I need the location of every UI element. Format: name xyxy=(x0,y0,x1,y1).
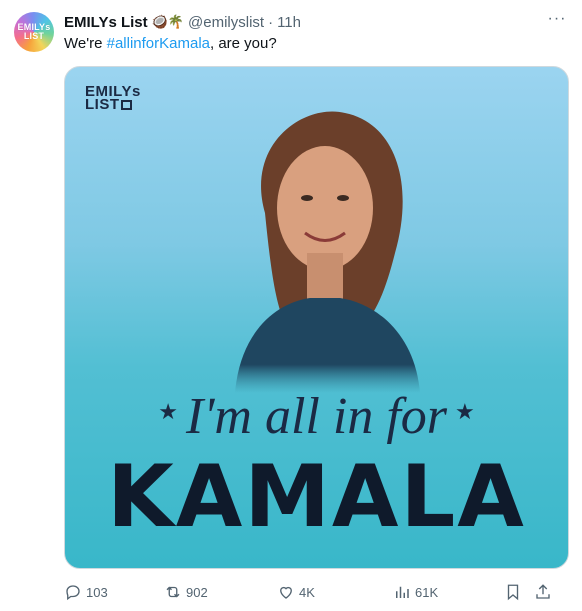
star-icon: ★ xyxy=(158,399,178,424)
share-button[interactable] xyxy=(534,583,558,601)
like-button[interactable]: 4K xyxy=(277,583,393,601)
tweet-text: We're #allinforKamala, are you? xyxy=(64,35,277,52)
repost-button[interactable]: 902 xyxy=(164,583,277,601)
bookmark-icon xyxy=(507,584,519,601)
tweet-text-after: , are you? xyxy=(210,35,277,52)
share-icon xyxy=(536,584,550,599)
like-count: 4K xyxy=(299,584,315,600)
kamala-text: KAMALA xyxy=(107,447,526,547)
author-name[interactable]: EMILYs List xyxy=(64,14,148,31)
author-emojis: 🥥🌴 xyxy=(151,14,185,29)
star-icon: ★ xyxy=(455,399,475,424)
hashtag-link[interactable]: #allinforKamala xyxy=(107,35,210,52)
views-button[interactable]: 61K xyxy=(393,583,504,601)
timestamp[interactable]: 11h xyxy=(277,14,301,31)
reply-button[interactable]: 103 xyxy=(64,583,164,601)
tweet-text-before: We're xyxy=(64,35,107,52)
slogan-text: ★ I'm all in for ★ xyxy=(65,387,568,446)
separator: · xyxy=(268,13,274,31)
views-icon xyxy=(396,586,409,598)
checkbox-mark-icon xyxy=(120,100,132,110)
author-handle[interactable]: @emilyslist xyxy=(188,14,264,31)
more-icon[interactable]: ··· xyxy=(546,10,568,28)
like-icon xyxy=(280,586,292,599)
logo-line2: LIST xyxy=(85,96,120,113)
tweet-actions: 103 902 4K 61K xyxy=(64,581,568,603)
avatar[interactable]: EMILYs LIST xyxy=(14,12,54,52)
tweet-media-image[interactable]: EMILYs LIST ★ I'm all in for ★ KAMALA xyxy=(64,66,569,569)
reply-icon xyxy=(66,585,80,601)
repost-icon xyxy=(166,586,180,598)
reply-count: 103 xyxy=(86,584,108,600)
bookmark-button[interactable] xyxy=(504,583,534,601)
emilys-list-logo: EMILYs LIST xyxy=(85,84,141,113)
tweet-header: EMILYs List 🥥🌴 @emilyslist · 11h xyxy=(64,12,562,32)
repost-count: 902 xyxy=(186,584,208,600)
portrait-illustration xyxy=(235,111,420,393)
avatar-text-line2: LIST xyxy=(23,31,45,41)
views-count: 61K xyxy=(415,584,439,600)
slogan-line: I'm all in for xyxy=(185,388,447,445)
avatar-logo: EMILYs LIST xyxy=(18,23,51,41)
